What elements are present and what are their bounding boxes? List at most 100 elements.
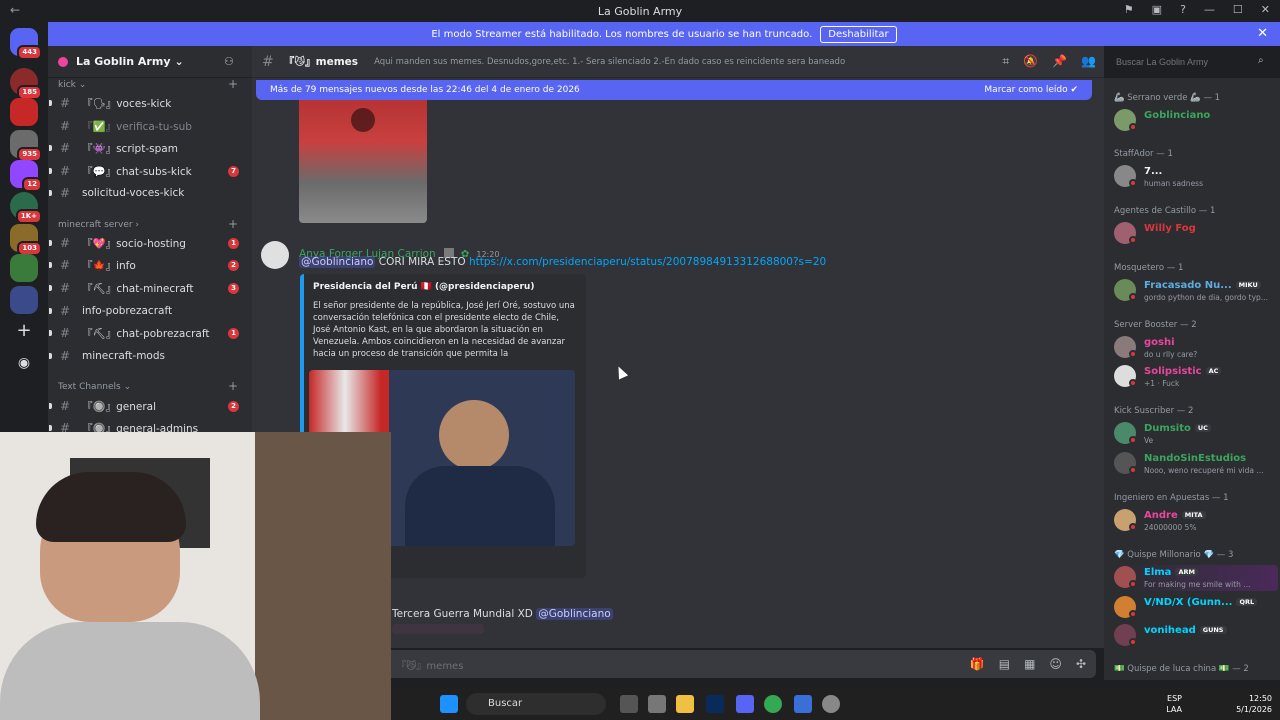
app-icon[interactable]: [822, 695, 840, 713]
windows-start-icon[interactable]: [440, 695, 458, 713]
channel-item[interactable]: # solicitud-voces-kick: [48, 183, 252, 203]
server-icon[interactable]: [10, 98, 38, 126]
message-composer[interactable]: 『😼』memes 🎁 ▤ ▦ ☺ ✣: [384, 650, 1096, 678]
mute-bell-icon[interactable]: 🔕: [1023, 54, 1038, 69]
minimize-icon[interactable]: —: [1204, 3, 1215, 16]
new-messages-bar[interactable]: Más de 79 mensajes nuevos desde las 22:4…: [256, 80, 1092, 100]
channel-item[interactable]: # 『🍁』info 2: [48, 255, 252, 275]
category-label: Text Channels: [58, 382, 121, 392]
threads-icon[interactable]: ⌗: [1002, 54, 1009, 69]
member-item[interactable]: V/ND/X (Gunn... QRL: [1114, 595, 1278, 621]
taskbar-search[interactable]: Buscar: [466, 693, 606, 715]
file-explorer-icon[interactable]: [676, 695, 694, 713]
apps-icon[interactable]: ✣: [1076, 657, 1086, 671]
message-link[interactable]: https://x.com/presidenciaperu/status/200…: [469, 256, 826, 268]
member-item[interactable]: Willy Fog: [1114, 221, 1278, 247]
category-text-channels[interactable]: Text Channels ⌄ +: [58, 379, 238, 393]
member-item[interactable]: Fracasado Nu... MIKU gordo python de dia, …: [1114, 278, 1278, 304]
message-text: CORI MIRA ESTO: [378, 256, 466, 268]
role-header: Mosquetero — 1: [1114, 263, 1184, 273]
reaction-bar[interactable]: [392, 624, 484, 634]
member-item[interactable]: Solipsistic AC +1 · Fuck: [1114, 364, 1278, 390]
server-icon[interactable]: 935: [10, 130, 42, 162]
server-icon[interactable]: 1K+: [10, 192, 42, 224]
channel-item[interactable]: # 『💬』chat-subs-kick 7: [48, 161, 252, 181]
close-window-icon[interactable]: ✕: [1261, 3, 1270, 16]
add-server-icon[interactable]: +: [10, 318, 38, 346]
app-icon[interactable]: [794, 695, 812, 713]
language-indicator[interactable]: ESP LAA: [1166, 693, 1182, 715]
role-header: Server Booster — 2: [1114, 320, 1197, 330]
gift-icon[interactable]: 🎁: [970, 657, 985, 671]
play-icon[interactable]: [351, 108, 375, 132]
channel-item[interactable]: # 『✅』verifica-tu-sub: [48, 116, 252, 136]
avatar[interactable]: [261, 241, 289, 269]
server-icon[interactable]: [10, 286, 38, 314]
channel-item[interactable]: # 『👾』script-spam: [48, 138, 252, 158]
hash-icon: #: [60, 96, 71, 110]
twitch-server-icon[interactable]: 12: [10, 160, 42, 192]
photoshop-icon[interactable]: [706, 695, 724, 713]
category-kick[interactable]: kick ⌄ +: [58, 77, 238, 91]
screen-icon[interactable]: ▣: [1152, 3, 1162, 16]
channel-item[interactable]: # 『⛏』chat-pobrezacraft 1: [48, 323, 252, 343]
mark-as-read-label: Marcar como leído: [984, 85, 1068, 95]
add-channel-icon[interactable]: +: [228, 379, 238, 393]
member-name-text: vonihead: [1144, 625, 1196, 636]
member-tag: ARM: [1175, 568, 1198, 576]
search-input[interactable]: [1110, 53, 1272, 71]
home-server-icon[interactable]: 443: [10, 28, 42, 60]
member-item[interactable]: goshi do u rlly care?: [1114, 335, 1278, 361]
pin-icon[interactable]: 📌: [1052, 54, 1067, 69]
server-icon[interactable]: 185: [10, 68, 42, 100]
category-minecraft[interactable]: minecraft server › +: [58, 217, 238, 231]
app-icon[interactable]: [648, 695, 666, 713]
mark-as-read-button[interactable]: Marcar como leído ✔: [984, 85, 1078, 95]
emoji-icon[interactable]: ☺: [1049, 657, 1062, 671]
member-item[interactable]: NandoSinEstudios Nooo, weno recuperé mi v…: [1114, 451, 1278, 477]
task-view-icon[interactable]: [620, 695, 638, 713]
user-mention[interactable]: @Goblinciano: [299, 256, 376, 268]
help-icon[interactable]: ?: [1180, 3, 1186, 16]
close-icon[interactable]: ✕: [1257, 26, 1268, 41]
channel-item[interactable]: # 『⛏』chat-minecraft 3: [48, 278, 252, 298]
system-tray[interactable]: ESP LAA 12:50 5/1/2026: [1166, 693, 1272, 715]
status-dot: [1129, 293, 1137, 301]
discover-icon[interactable]: ◉: [10, 350, 38, 378]
channel-item[interactable]: # 『🗣』voces-kick: [48, 93, 252, 113]
disable-streamer-button[interactable]: Deshabilitar: [820, 25, 897, 43]
server-icon[interactable]: 103: [10, 224, 42, 256]
hash-icon: #: [60, 399, 71, 413]
channel-item[interactable]: # 『🔘』general 2: [48, 396, 252, 416]
add-channel-icon[interactable]: +: [228, 217, 238, 231]
inbox-icon[interactable]: ⚑: [1124, 3, 1134, 16]
gif-icon[interactable]: ▤: [999, 657, 1010, 671]
mention-badge: 3: [228, 282, 239, 294]
guild-header[interactable]: La Goblin Army ⌄ ⚇: [48, 46, 252, 78]
channel-item[interactable]: # 『💖』socio-hosting 1: [48, 233, 252, 253]
member-item[interactable]: Goblinciano: [1114, 108, 1278, 134]
discord-icon[interactable]: [736, 695, 754, 713]
sticker-icon[interactable]: ▦: [1024, 657, 1035, 671]
back-arrow-icon[interactable]: ←: [10, 3, 20, 17]
member-item[interactable]: Dumsito UC Ve: [1114, 421, 1278, 447]
server-icon[interactable]: [10, 254, 38, 282]
add-member-icon[interactable]: ⚇: [224, 55, 234, 68]
maximize-icon[interactable]: ☐: [1233, 3, 1243, 16]
chrome-icon[interactable]: [764, 695, 782, 713]
channel-topic[interactable]: Aqui manden sus memes. Desnudos,gore,etc…: [374, 57, 845, 67]
embed-author[interactable]: Presidencia del Perú 🇵🇪 (@presidenciaper…: [313, 282, 534, 292]
member-tag: UC: [1194, 424, 1211, 432]
member-item[interactable]: Elma ARM For making me smile with ...: [1114, 565, 1278, 591]
video-thumbnail[interactable]: [299, 88, 427, 223]
channel-item[interactable]: # info-pobrezacraft: [48, 301, 252, 321]
unread-indicator: [49, 330, 52, 336]
member-item[interactable]: 7... human sadness: [1114, 164, 1278, 190]
channel-item[interactable]: # minecraft-mods: [48, 346, 252, 366]
unread-indicator: [49, 308, 52, 314]
user-mention[interactable]: @Goblinciano: [536, 608, 613, 620]
member-item[interactable]: vonihead GUNS: [1114, 623, 1278, 649]
member-list-icon[interactable]: 👥: [1081, 54, 1096, 69]
add-channel-icon[interactable]: +: [228, 77, 238, 91]
member-item[interactable]: Andre MITA 24000000 5%: [1114, 508, 1278, 534]
